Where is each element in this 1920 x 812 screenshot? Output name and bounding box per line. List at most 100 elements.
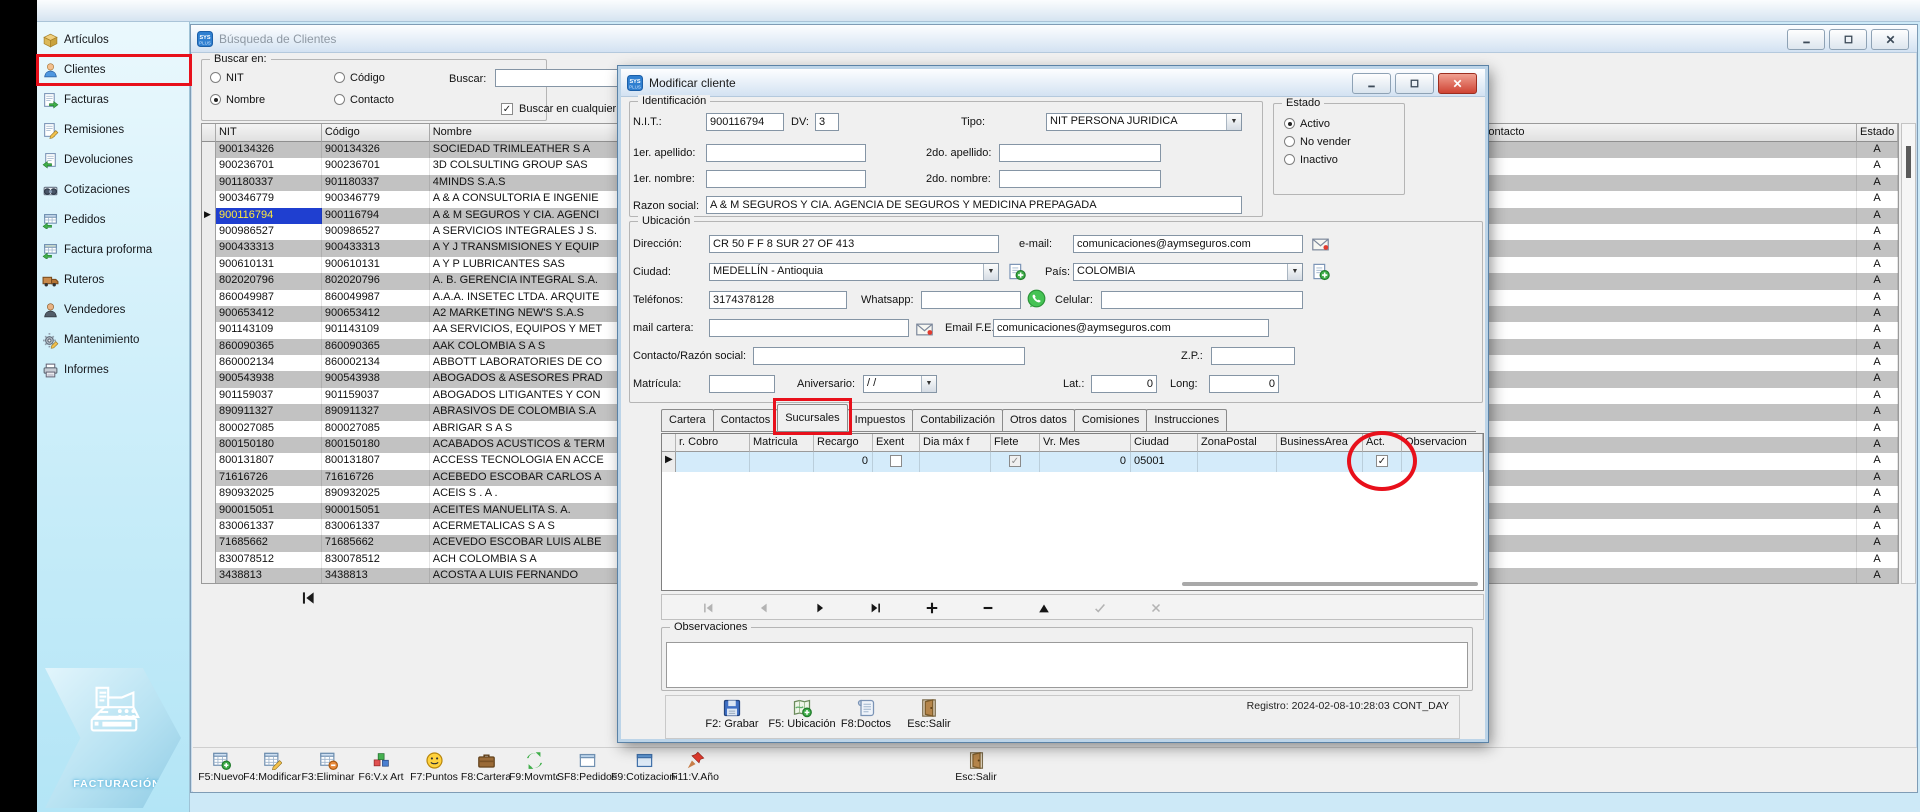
ciudad-add-button[interactable] xyxy=(1007,262,1026,281)
direccion-input[interactable] xyxy=(709,235,999,253)
anywhere-checkbox[interactable] xyxy=(501,103,513,115)
flete-checkbox[interactable] xyxy=(1009,455,1021,467)
nit-input[interactable] xyxy=(706,113,784,131)
subgrid-act-checkbox-cell[interactable] xyxy=(1363,452,1402,472)
mail-cartera-input[interactable] xyxy=(709,319,909,337)
nav-first-icon[interactable] xyxy=(299,589,317,607)
mail-cartera-button[interactable] xyxy=(915,320,934,339)
subgrid-column-observacion[interactable]: Observacion xyxy=(1402,434,1483,452)
email-input[interactable] xyxy=(1073,235,1303,253)
pais-select[interactable]: COLOMBIA ▼ xyxy=(1073,263,1303,281)
telefonos-input[interactable] xyxy=(709,291,847,309)
sidebar-item-factura-proforma[interactable]: Factura proforma xyxy=(42,238,186,262)
subgrid-column-businessarea[interactable]: BusinessArea xyxy=(1277,434,1363,452)
nombre2-input[interactable] xyxy=(999,170,1161,188)
sidebar-item-pedidos[interactable]: Pedidos xyxy=(42,208,186,232)
chevron-down-icon[interactable]: ▼ xyxy=(921,376,936,392)
sidebar-item-vendedores[interactable]: Vendedores xyxy=(42,298,186,322)
subgrid-column-dia-max-f[interactable]: Dia máx f xyxy=(920,434,991,452)
navigator-insert-button[interactable] xyxy=(906,598,958,617)
radio-nit[interactable] xyxy=(210,72,221,83)
tab-sucursales[interactable]: Sucursales xyxy=(777,404,848,431)
radio-nombre[interactable] xyxy=(210,94,221,105)
chevron-down-icon[interactable]: ▼ xyxy=(1226,114,1241,130)
whatsapp-input[interactable] xyxy=(921,291,1021,309)
toolbar-button-f11-v-ano[interactable]: F11:V.Año xyxy=(671,750,719,790)
exento-checkbox-cell[interactable] xyxy=(873,452,920,472)
radio-codigo[interactable] xyxy=(334,72,345,83)
toolbar-button-f6-v-x-art[interactable]: F6:V.x Art xyxy=(355,750,407,790)
navigator-cancel-button[interactable] xyxy=(1130,598,1182,617)
toolbar-button-f9-cotizaciones[interactable]: F9:Cotizaciones xyxy=(611,750,677,790)
sidebar-item-ruteros[interactable]: Ruteros xyxy=(42,268,186,292)
sidebar-item-clientes[interactable]: Clientes xyxy=(42,58,186,82)
subgrid-column-flete[interactable]: Flete xyxy=(991,434,1040,452)
sidebar-item-facturas[interactable]: Facturas xyxy=(42,88,186,112)
tab-contabilizacion[interactable]: Contabilización xyxy=(912,409,1003,431)
lat-input[interactable] xyxy=(1091,375,1157,393)
sidebar-item-mantenimiento[interactable]: Mantenimiento xyxy=(42,328,186,352)
subgrid-column-zonapostal[interactable]: ZonaPostal xyxy=(1198,434,1277,452)
estado-radio-no-vender[interactable] xyxy=(1284,136,1295,147)
navigator-first-button[interactable] xyxy=(682,598,734,617)
estado-radio-activo[interactable] xyxy=(1284,118,1295,129)
contacto-razon-input[interactable] xyxy=(753,347,1025,365)
pais-add-button[interactable] xyxy=(1311,262,1330,281)
navigator-delete-button[interactable] xyxy=(962,598,1014,617)
sidebar-item-cotizaciones[interactable]: Cotizaciones xyxy=(42,178,186,202)
navigator-edit-button[interactable] xyxy=(1018,598,1070,617)
nombre1-input[interactable] xyxy=(706,170,866,188)
estado-radio-inactivo[interactable] xyxy=(1284,154,1295,165)
ciudad-select[interactable]: MEDELLÍN - Antioquia ▼ xyxy=(709,263,999,281)
sidebar-item-remisiones[interactable]: Remisiones xyxy=(42,118,186,142)
email-fe-input[interactable] xyxy=(993,319,1269,337)
sidebar-item-articulos[interactable]: Artículos xyxy=(42,28,186,52)
column-header-estado[interactable]: Estado xyxy=(1857,124,1898,142)
razon-social-input[interactable] xyxy=(706,196,1242,214)
toolbar-button-esc-salir[interactable]: Esc:Salir xyxy=(951,750,1001,790)
horizontal-scrollbar[interactable] xyxy=(1182,582,1478,586)
toolbar-button-f9-movmto[interactable]: F9:Movmto. xyxy=(509,750,559,790)
toolbar-button-f5-nuevo[interactable]: F5:Nuevo xyxy=(195,750,247,790)
toolbar-button-f4-modificar[interactable]: F4:Modificar xyxy=(242,750,302,790)
navigator-next-button[interactable] xyxy=(794,598,846,617)
navigator-prior-button[interactable] xyxy=(738,598,790,617)
whatsapp-icon[interactable] xyxy=(1027,289,1046,308)
tab-impuestos[interactable]: Impuestos xyxy=(846,409,914,431)
email-mail-button[interactable] xyxy=(1311,235,1330,254)
maximize-button[interactable] xyxy=(1829,29,1867,50)
subgrid-row[interactable]: ▶0005001 xyxy=(662,452,1483,472)
tab-otros-datos[interactable]: Otros datos xyxy=(1002,409,1075,431)
navigator-last-button[interactable] xyxy=(850,598,902,617)
tipo-select[interactable]: NIT PERSONA JURIDICA ▼ xyxy=(1046,113,1242,131)
subgrid-column-ciudad[interactable]: Ciudad xyxy=(1131,434,1198,452)
toolbar-button-sf8-pedidos[interactable]: SF8:Pedidos xyxy=(557,750,617,790)
radio-contacto[interactable] xyxy=(334,94,345,105)
subgrid-column-vr-mes[interactable]: Vr. Mes xyxy=(1040,434,1131,452)
exento-checkbox[interactable] xyxy=(890,455,902,467)
modal-maximize-button[interactable] xyxy=(1395,73,1434,94)
subgrid-column-act[interactable]: Act. xyxy=(1363,434,1402,452)
subgrid-act-checkbox[interactable] xyxy=(1376,455,1388,467)
dialog-button-esc-salir[interactable]: Esc:Salir xyxy=(881,698,977,738)
toolbar-button-f8-cartera[interactable]: F8:Cartera xyxy=(459,750,513,790)
scrollbar-thumb[interactable] xyxy=(1906,146,1911,178)
column-header-nit[interactable]: NIT xyxy=(215,124,322,142)
subgrid-column-recargo[interactable]: Recargo xyxy=(814,434,873,452)
modal-minimize-button[interactable] xyxy=(1352,73,1391,94)
dv-input[interactable] xyxy=(815,113,839,131)
column-header-contacto[interactable]: Contacto xyxy=(1477,124,1858,142)
navigator-post-button[interactable] xyxy=(1074,598,1126,617)
tab-instrucciones[interactable]: Instrucciones xyxy=(1146,409,1228,431)
subgrid-column-exent[interactable]: Exent xyxy=(873,434,920,452)
aniversario-select[interactable]: / / ▼ xyxy=(863,375,937,393)
matricula-input[interactable] xyxy=(709,375,775,393)
chevron-down-icon[interactable]: ▼ xyxy=(983,264,998,280)
sidebar-item-devoluciones[interactable]: Devoluciones xyxy=(42,148,186,172)
chevron-down-icon[interactable]: ▼ xyxy=(1287,264,1302,280)
subgrid-column-r-cobro[interactable]: r. Cobro xyxy=(676,434,750,452)
modal-close-button[interactable] xyxy=(1438,73,1477,94)
tab-contactos[interactable]: Contactos xyxy=(712,409,779,431)
close-button[interactable] xyxy=(1871,29,1909,50)
apellido1-input[interactable] xyxy=(706,144,866,162)
